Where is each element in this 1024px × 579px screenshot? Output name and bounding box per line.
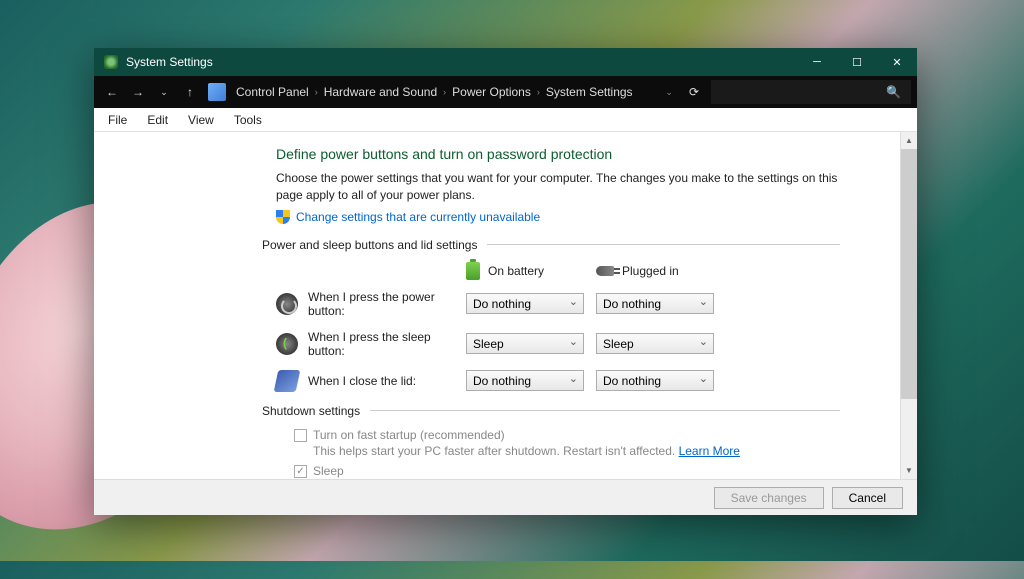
power-plugged-select[interactable]: Do nothing [596, 293, 714, 314]
scroll-down-arrow[interactable]: ▼ [901, 462, 917, 479]
window-controls: ─ ☐ ✕ [797, 48, 917, 76]
breadcrumb-item[interactable]: Hardware and Sound [320, 85, 441, 99]
menu-edit[interactable]: Edit [139, 111, 176, 129]
plugged-in-label: Plugged in [622, 264, 679, 278]
titlebar: System Settings ─ ☐ ✕ [94, 48, 917, 76]
control-panel-icon [208, 83, 226, 101]
vertical-scrollbar[interactable]: ▲ ▼ [900, 132, 917, 479]
power-button-row: When I press the power button: Do nothin… [276, 290, 840, 318]
sleep-label: Sleep [313, 464, 344, 478]
fast-startup-checkbox[interactable] [294, 429, 307, 442]
chevron-right-icon: › [313, 87, 320, 97]
sleep-button-label: When I press the sleep button: [308, 330, 466, 358]
back-button[interactable]: ← [100, 81, 124, 103]
power-battery-select[interactable]: Do nothing [466, 293, 584, 314]
breadcrumb-item[interactable]: Control Panel [232, 85, 313, 99]
power-button-label: When I press the power button: [308, 290, 466, 318]
system-settings-window: System Settings ─ ☐ ✕ ← → ⌄ ↑ Control Pa… [94, 48, 917, 515]
forward-button[interactable]: → [126, 81, 150, 103]
refresh-button[interactable]: ⟳ [683, 85, 709, 99]
content-scroll[interactable]: Define power buttons and turn on passwor… [94, 132, 900, 479]
plug-icon [596, 266, 614, 276]
lid-label: When I close the lid: [308, 374, 466, 388]
menu-tools[interactable]: Tools [226, 111, 270, 129]
close-button[interactable]: ✕ [877, 48, 917, 76]
cancel-button[interactable]: Cancel [832, 487, 903, 509]
lid-plugged-select[interactable]: Do nothing [596, 370, 714, 391]
breadcrumb-item[interactable]: Power Options [448, 85, 535, 99]
page-description: Choose the power settings that you want … [276, 170, 840, 204]
chevron-right-icon: › [535, 87, 542, 97]
column-plugged-in: Plugged in [596, 262, 726, 280]
up-button[interactable]: ↑ [178, 81, 202, 103]
lid-icon [274, 370, 301, 392]
divider [370, 410, 840, 411]
fast-startup-desc: This helps start your PC faster after sh… [313, 444, 840, 458]
app-icon [104, 55, 118, 69]
shield-icon [276, 210, 290, 224]
fast-startup-label: Turn on fast startup (recommended) [313, 428, 505, 442]
divider [487, 244, 840, 245]
scroll-thumb[interactable] [901, 149, 917, 399]
address-dropdown[interactable]: ⌄ [657, 87, 681, 98]
breadcrumb: Control Panel › Hardware and Sound › Pow… [232, 85, 655, 99]
learn-more-link[interactable]: Learn More [679, 444, 740, 458]
window-title: System Settings [126, 55, 797, 69]
menu-view[interactable]: View [180, 111, 222, 129]
breadcrumb-item[interactable]: System Settings [542, 85, 637, 99]
sleep-plugged-select[interactable]: Sleep [596, 333, 714, 354]
navigation-bar: ← → ⌄ ↑ Control Panel › Hardware and Sou… [94, 76, 917, 108]
scroll-track[interactable] [901, 149, 917, 462]
battery-icon [466, 262, 480, 280]
column-on-battery: On battery [466, 262, 596, 280]
content-area: Define power buttons and turn on passwor… [94, 132, 917, 479]
on-battery-label: On battery [488, 264, 544, 278]
minimize-button[interactable]: ─ [797, 48, 837, 76]
page-title: Define power buttons and turn on passwor… [276, 146, 840, 162]
search-icon: 🔍 [886, 85, 901, 99]
section-power-sleep: Power and sleep buttons and lid settings [262, 238, 477, 252]
sleep-button-row: When I press the sleep button: Sleep Sle… [276, 330, 840, 358]
sleep-button-icon [276, 333, 298, 355]
menubar: File Edit View Tools [94, 108, 917, 132]
search-input[interactable]: 🔍 [711, 80, 911, 104]
scroll-up-arrow[interactable]: ▲ [901, 132, 917, 149]
lid-row: When I close the lid: Do nothing Do noth… [276, 370, 840, 392]
change-settings-link[interactable]: Change settings that are currently unava… [296, 210, 540, 224]
section-shutdown: Shutdown settings [262, 404, 360, 418]
chevron-right-icon: › [441, 87, 448, 97]
sleep-battery-select[interactable]: Sleep [466, 333, 584, 354]
sleep-checkbox[interactable] [294, 465, 307, 478]
maximize-button[interactable]: ☐ [837, 48, 877, 76]
footer-button-bar: Save changes Cancel [94, 479, 917, 515]
recent-dropdown[interactable]: ⌄ [152, 81, 176, 103]
lid-battery-select[interactable]: Do nothing [466, 370, 584, 391]
power-button-icon [276, 293, 298, 315]
menu-file[interactable]: File [100, 111, 135, 129]
save-button[interactable]: Save changes [714, 487, 824, 509]
